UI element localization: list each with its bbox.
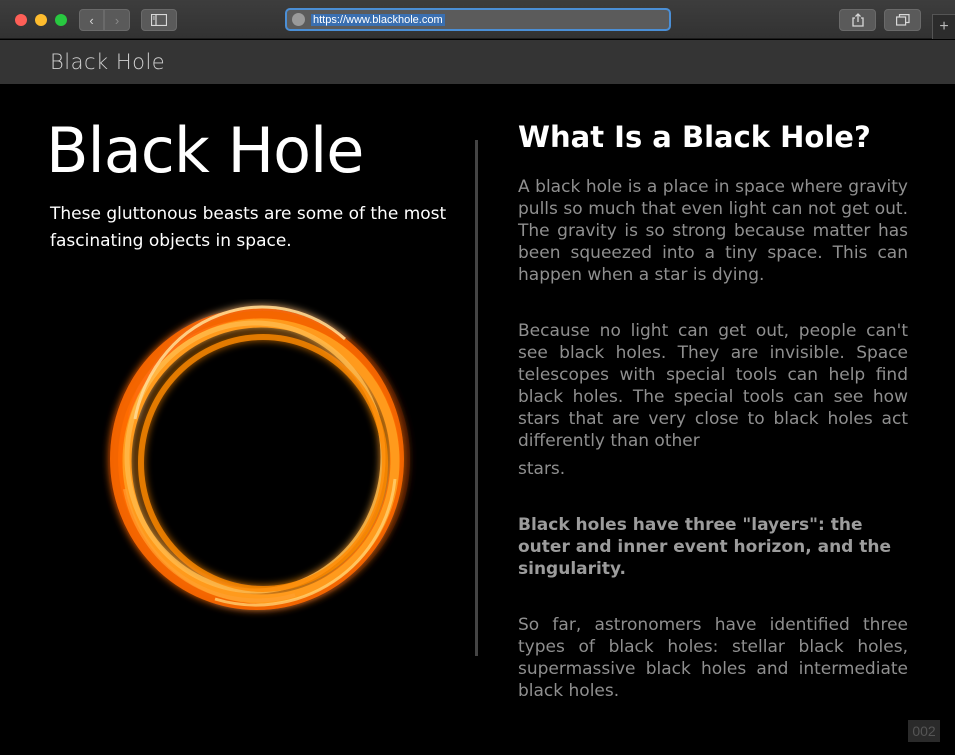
forward-button[interactable]: ›: [104, 9, 130, 31]
article-paragraph: A black hole is a place in space where g…: [518, 177, 908, 285]
new-tab-button[interactable]: +: [932, 14, 955, 39]
column-divider: [475, 140, 478, 656]
main-content: Black Hole These gluttonous beasts are s…: [0, 84, 955, 755]
plus-icon: +: [939, 18, 949, 35]
minimize-window-button[interactable]: [35, 14, 47, 26]
back-button[interactable]: ‹: [79, 9, 104, 31]
article-highlight: Black holes have three "layers": the out…: [518, 515, 892, 579]
browser-toolbar: ‹ › https://www.blackhole.com +: [0, 0, 955, 39]
article-paragraph: So far, astronomers have identified thre…: [518, 615, 908, 701]
chevron-left-icon: ‹: [89, 12, 94, 28]
chevron-right-icon: ›: [114, 12, 120, 28]
sidebar-icon: [151, 14, 167, 26]
article-paragraph-tail: stars.: [518, 459, 566, 479]
share-icon: [851, 13, 864, 27]
page-number-badge: 002: [908, 720, 940, 742]
hero-title: Black Hole: [46, 114, 364, 187]
article-paragraph: Because no light can get out, people can…: [518, 321, 908, 451]
site-header: Black Hole: [0, 40, 955, 84]
site-logo[interactable]: Black Hole: [50, 50, 165, 74]
black-hole-image: [95, 299, 425, 619]
close-window-button[interactable]: [15, 14, 27, 26]
article-heading: What Is a Black Hole?: [518, 120, 871, 154]
maximize-window-button[interactable]: [55, 14, 67, 26]
address-bar[interactable]: https://www.blackhole.com: [285, 8, 671, 31]
apple-icon: [292, 13, 305, 26]
show-tabs-button[interactable]: [884, 9, 921, 31]
hero-subtitle: These gluttonous beasts are some of the …: [50, 204, 447, 251]
article: What Is a Black Hole? A black hole is a …: [518, 120, 908, 736]
tabs-icon: [895, 14, 910, 26]
url-text[interactable]: https://www.blackhole.com: [311, 13, 445, 26]
share-button[interactable]: [839, 9, 876, 31]
sidebar-toggle-button[interactable]: [141, 9, 177, 31]
